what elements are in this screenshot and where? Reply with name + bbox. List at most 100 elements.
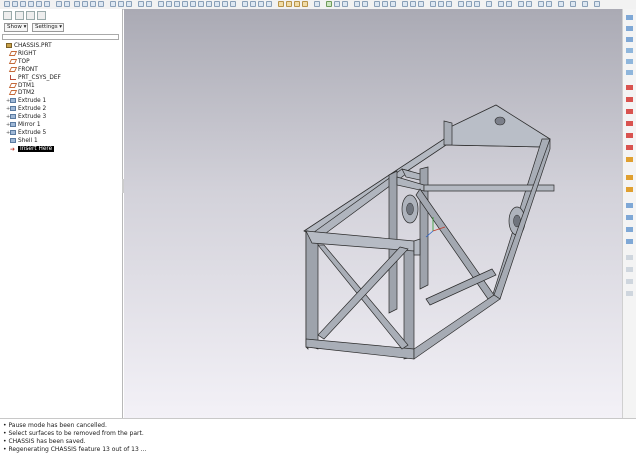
axis-display-icon[interactable] xyxy=(410,1,416,7)
section-icon[interactable] xyxy=(526,1,532,7)
analysis-icon[interactable] xyxy=(326,1,332,7)
tree-node[interactable]: + Extrude 2 xyxy=(6,105,46,113)
tree-node[interactable]: DTM2 xyxy=(6,89,35,97)
folder-browser-tab-icon[interactable] xyxy=(15,11,24,20)
chamfer-tool-icon[interactable] xyxy=(626,267,633,272)
view-manager-icon[interactable] xyxy=(230,1,236,7)
favorites-tab-icon[interactable] xyxy=(26,11,35,20)
family-table-icon[interactable] xyxy=(430,1,436,7)
select-icon[interactable] xyxy=(126,1,132,7)
tree-node[interactable]: ➜ Insert Here xyxy=(6,145,55,153)
connections-tab-icon[interactable] xyxy=(37,11,46,20)
graphics-window[interactable] xyxy=(124,9,622,418)
revolve-tool-icon[interactable] xyxy=(626,187,633,192)
plane-display-icon[interactable] xyxy=(402,1,408,7)
save-icon[interactable] xyxy=(20,1,26,7)
model-tree-icon[interactable] xyxy=(362,1,368,7)
wireframe-icon[interactable] xyxy=(242,1,248,7)
coordinate-systems-icon[interactable] xyxy=(302,1,308,7)
whatsthis-icon[interactable] xyxy=(570,1,576,7)
tree-node[interactable]: + Mirror 1 xyxy=(6,121,41,129)
window-icon[interactable] xyxy=(138,1,144,7)
measure-icon[interactable] xyxy=(334,1,340,7)
pan-icon[interactable] xyxy=(538,1,544,7)
pattern-tool-icon[interactable] xyxy=(626,279,633,284)
redraw-icon[interactable] xyxy=(158,1,164,7)
round-tool-icon[interactable] xyxy=(626,255,633,260)
tree-node[interactable]: PRT_CSYS_DEF xyxy=(6,74,61,82)
tree-node[interactable]: Shell 1 xyxy=(6,137,38,145)
regen-manager-icon[interactable] xyxy=(474,1,480,7)
rib-tool-icon[interactable] xyxy=(626,227,633,232)
shell-tool-icon[interactable] xyxy=(626,215,633,220)
explode-icon[interactable] xyxy=(518,1,524,7)
orient-mode-icon[interactable] xyxy=(174,1,180,7)
tree-node[interactable]: RIGHT xyxy=(6,50,36,58)
rectangle-tool-icon[interactable] xyxy=(626,97,633,102)
draft-tool-icon[interactable] xyxy=(626,239,633,244)
tool-icon[interactable] xyxy=(558,1,564,7)
sketch-tool-icon[interactable] xyxy=(626,37,633,42)
tree-node[interactable]: DTM1 xyxy=(6,82,35,90)
layers-icon[interactable] xyxy=(222,1,228,7)
toolbar-option-icon[interactable] xyxy=(594,1,600,7)
model-tree-tab-icon[interactable] xyxy=(3,11,12,20)
spline-tool-icon[interactable] xyxy=(626,145,633,150)
datum-axes-icon[interactable] xyxy=(286,1,292,7)
styled-view-icon[interactable] xyxy=(498,1,504,7)
email-icon[interactable] xyxy=(36,1,42,7)
appearance-icon[interactable] xyxy=(374,1,380,7)
datum-plane-tool-icon[interactable] xyxy=(626,15,633,20)
tree-node[interactable]: CHASSIS.PRT xyxy=(2,42,52,50)
orientation-icon[interactable] xyxy=(390,1,396,7)
perspective-icon[interactable] xyxy=(506,1,512,7)
print-icon[interactable] xyxy=(28,1,34,7)
email-link-icon[interactable] xyxy=(44,1,50,7)
info-icon[interactable] xyxy=(466,1,472,7)
refit-icon[interactable] xyxy=(198,1,204,7)
feature-list-icon[interactable] xyxy=(458,1,464,7)
mapkeys-icon[interactable] xyxy=(486,1,492,7)
fillet-sketch-icon[interactable] xyxy=(626,133,633,138)
copy-icon[interactable] xyxy=(82,1,88,7)
zoom-in-icon[interactable] xyxy=(182,1,188,7)
point-tool-icon[interactable] xyxy=(626,48,633,53)
extrude-tool-icon[interactable] xyxy=(626,175,633,180)
analysis-tool-icon[interactable] xyxy=(626,70,633,75)
tree-node[interactable]: + Extrude 1 xyxy=(6,97,46,105)
settings-dropdown[interactable]: Settings ▾ xyxy=(32,23,64,32)
datum-planes-icon[interactable] xyxy=(278,1,284,7)
hole-tool-icon[interactable] xyxy=(626,203,633,208)
dimension-tool-icon[interactable] xyxy=(626,157,633,162)
paste-icon[interactable] xyxy=(90,1,96,7)
datum-axis-tool-icon[interactable] xyxy=(626,26,633,31)
find-icon[interactable] xyxy=(118,1,124,7)
csys-tool-icon[interactable] xyxy=(626,59,633,64)
open-file-icon[interactable] xyxy=(12,1,18,7)
parameters-icon[interactable] xyxy=(446,1,452,7)
tree-node[interactable]: + Extrude 5 xyxy=(6,129,46,137)
arc-tool-icon[interactable] xyxy=(626,121,633,126)
redo-icon[interactable] xyxy=(64,1,70,7)
zoom-out-icon[interactable] xyxy=(190,1,196,7)
point-display-icon[interactable] xyxy=(418,1,424,7)
help-icon[interactable] xyxy=(582,1,588,7)
context-help-icon[interactable] xyxy=(342,1,348,7)
circle-tool-icon[interactable] xyxy=(626,109,633,114)
spin-icon[interactable] xyxy=(546,1,552,7)
line-tool-icon[interactable] xyxy=(626,85,633,90)
paste-special-icon[interactable] xyxy=(98,1,104,7)
datum-points-icon[interactable] xyxy=(294,1,300,7)
relations-icon[interactable] xyxy=(438,1,444,7)
regenerate-icon[interactable] xyxy=(110,1,116,7)
tree-node[interactable]: FRONT xyxy=(6,66,38,74)
no-hidden-icon[interactable] xyxy=(258,1,264,7)
new-file-icon[interactable] xyxy=(4,1,10,7)
annotations-icon[interactable] xyxy=(314,1,320,7)
saved-views-icon[interactable] xyxy=(214,1,220,7)
mirror-tool-icon[interactable] xyxy=(626,291,633,296)
tree-filter-input[interactable] xyxy=(2,34,119,40)
show-dropdown[interactable]: Show ▾ xyxy=(4,23,28,32)
undo-icon[interactable] xyxy=(56,1,62,7)
shading-icon[interactable] xyxy=(266,1,272,7)
